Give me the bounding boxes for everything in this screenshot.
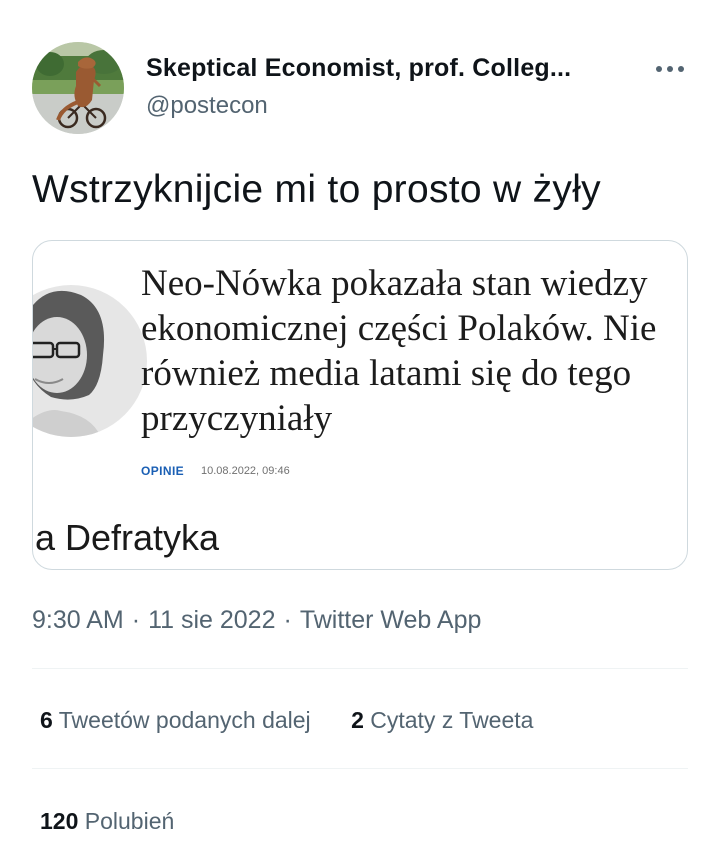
article-section-label: OPINIE — [141, 464, 185, 478]
meta-separator: · — [283, 606, 292, 634]
quotes-count: 2 — [351, 707, 364, 733]
retweets-label: Tweetów podanych dalej — [58, 707, 311, 733]
likes-stat[interactable]: 120 Polubień — [40, 808, 174, 835]
article-date: 10.08.2022, 09:46 — [201, 465, 290, 477]
quotes-label: Cytaty z Tweeta — [370, 707, 534, 733]
retweets-count: 6 — [40, 707, 53, 733]
divider — [32, 668, 688, 669]
retweets-stat[interactable]: 6 Tweetów podanych dalej — [40, 707, 311, 734]
tweet-time[interactable]: 9:30 AM — [32, 606, 124, 634]
article-author-name: a Defratyka — [35, 517, 220, 558]
likes-row: 120 Polubień — [40, 808, 174, 835]
tweet-source[interactable]: Twitter Web App — [300, 606, 482, 634]
tweet-meta: 9:30 AM · 11 sie 2022 · Twitter Web App — [32, 606, 481, 635]
author-avatar[interactable] — [32, 42, 124, 134]
likes-count: 120 — [40, 808, 79, 834]
tweet-date[interactable]: 11 sie 2022 — [148, 606, 275, 634]
divider — [32, 768, 688, 769]
article-author-photo — [33, 285, 147, 437]
avatar-image — [32, 42, 124, 134]
more-options-button[interactable] — [650, 52, 690, 86]
meta-separator: · — [131, 606, 141, 634]
tweet-text: Wstrzyknijcie mi to prosto w żyły — [32, 168, 601, 211]
quotes-stat[interactable]: 2 Cytaty z Tweeta — [351, 707, 533, 734]
author-name[interactable]: Skeptical Economist, prof. Colleg... — [146, 54, 571, 83]
tweet-media-image[interactable]: Neo-Nówka pokazała stan wiedzy ekonomicz… — [32, 240, 688, 570]
more-dots-icon — [656, 66, 684, 72]
tweet-detail: Skeptical Economist, prof. Colleg... @po… — [0, 0, 720, 857]
article-headline: Neo-Nówka pokazała stan wiedzy ekonomicz… — [141, 263, 657, 439]
engagement-row: 6 Tweetów podanych dalej 2 Cytaty z Twee… — [40, 707, 533, 734]
likes-label: Polubień — [84, 808, 175, 834]
author-handle[interactable]: @postecon — [146, 92, 268, 120]
